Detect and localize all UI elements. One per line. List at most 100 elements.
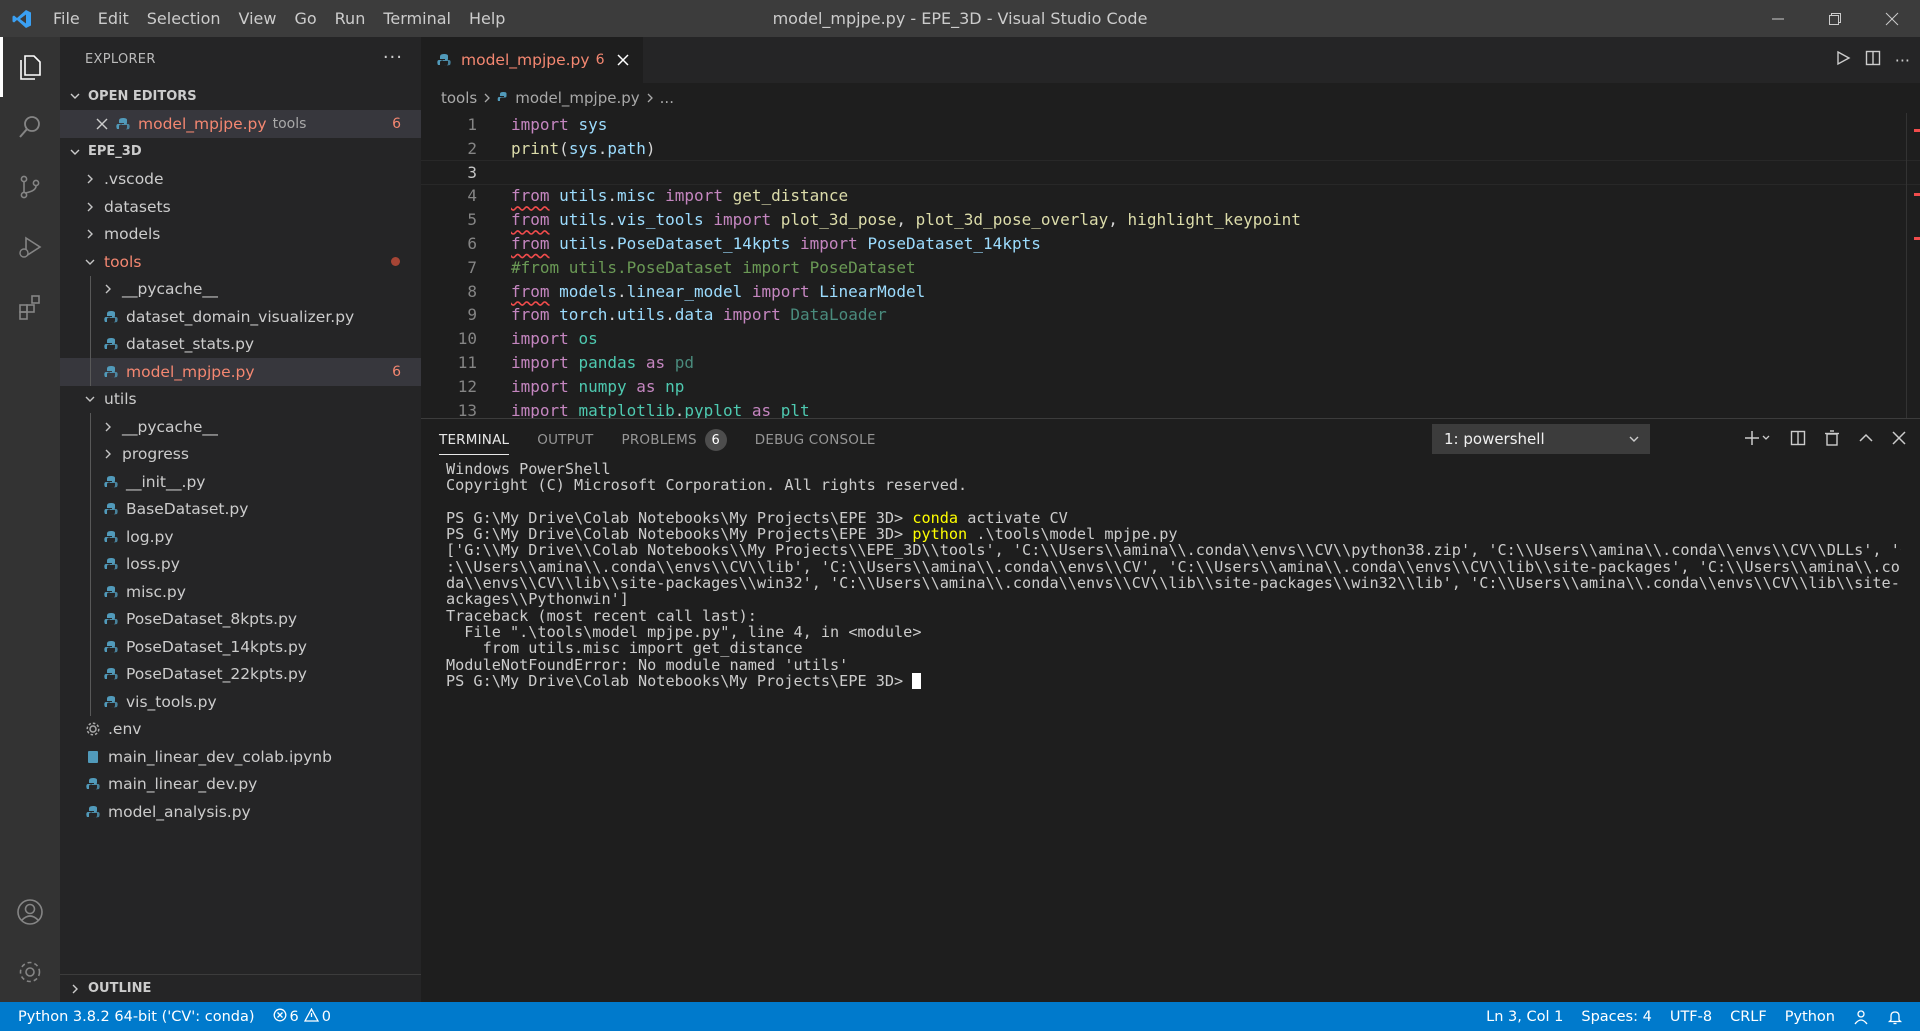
open-editors-section[interactable]: OPEN EDITORS: [60, 82, 421, 110]
file-item[interactable]: dataset_stats.py: [60, 330, 421, 358]
workspace-section[interactable]: EPE_3D: [60, 138, 421, 166]
file-item[interactable]: model_analysis.py: [60, 798, 421, 826]
menu-selection[interactable]: Selection: [138, 0, 230, 37]
tree-item-label: loss.py: [126, 555, 180, 574]
folder-item[interactable]: progress: [60, 440, 421, 468]
folder-item[interactable]: utils: [60, 386, 421, 414]
extensions-icon[interactable]: [0, 277, 60, 337]
tree-item-label: PoseDataset_8kpts.py: [126, 610, 298, 629]
problems-status[interactable]: 6 0: [264, 1002, 340, 1031]
file-item[interactable]: .env: [60, 716, 421, 744]
explorer-icon[interactable]: [0, 37, 60, 97]
breadcrumb-file[interactable]: model_mpjpe.py: [515, 89, 639, 107]
file-item[interactable]: vis_tools.py: [60, 688, 421, 716]
file-item[interactable]: model_mpjpe.py 6: [60, 358, 421, 386]
feedback-icon[interactable]: [1844, 1002, 1878, 1031]
folder-item[interactable]: __pycache__: [60, 413, 421, 441]
file-item[interactable]: BaseDataset.py: [60, 495, 421, 523]
file-item[interactable]: loss.py: [60, 550, 421, 578]
new-terminal-icon[interactable]: [1744, 430, 1772, 450]
menu-file[interactable]: File: [44, 0, 89, 37]
language-mode[interactable]: Python: [1776, 1002, 1844, 1031]
menu-edit[interactable]: Edit: [89, 0, 138, 37]
terminal-select[interactable]: 1: powershell: [1432, 424, 1650, 454]
file-item[interactable]: misc.py: [60, 578, 421, 606]
folder-item[interactable]: models: [60, 221, 421, 249]
indentation[interactable]: Spaces: 4: [1572, 1002, 1660, 1031]
tree-item-label: progress: [122, 445, 189, 464]
settings-gear-icon[interactable]: [0, 942, 60, 1002]
window-controls: [1749, 0, 1920, 37]
close-window-button[interactable]: [1863, 0, 1920, 37]
python-file-icon: [104, 667, 118, 681]
file-item[interactable]: main_linear_dev_colab.ipynb: [60, 743, 421, 771]
tree-item-label: BaseDataset.py: [126, 500, 249, 519]
terminal-cursor: [912, 673, 922, 690]
file-item[interactable]: main_linear_dev.py: [60, 771, 421, 799]
menu-go[interactable]: Go: [285, 0, 325, 37]
run-file-icon[interactable]: [1835, 50, 1851, 70]
code-editor[interactable]: 1 import sys 2 print(sys.path) 3 4 from uti…: [421, 113, 1920, 418]
file-item[interactable]: __init__.py: [60, 468, 421, 496]
trash-icon[interactable]: [1824, 430, 1840, 450]
tree-item-label: tools: [104, 252, 142, 271]
file-item[interactable]: PoseDataset_22kpts.py: [60, 660, 421, 688]
file-item[interactable]: PoseDataset_8kpts.py: [60, 605, 421, 633]
more-actions-icon[interactable]: ···: [1895, 51, 1910, 70]
split-editor-icon[interactable]: [1865, 50, 1881, 70]
open-editor-folder: tools: [272, 115, 307, 132]
outline-section[interactable]: OUTLINE: [60, 974, 421, 1002]
chevron-right-icon: [100, 421, 116, 433]
maximize-panel-icon[interactable]: [1858, 430, 1874, 450]
breadcrumb: tools model_mpjpe.py ...: [421, 83, 1920, 113]
breadcrumb-symbol[interactable]: ...: [660, 89, 674, 107]
file-item[interactable]: log.py: [60, 523, 421, 551]
restore-button[interactable]: [1806, 0, 1863, 37]
python-file-icon: [104, 475, 118, 489]
split-terminal-icon[interactable]: [1790, 430, 1806, 450]
terminal-output[interactable]: Windows PowerShell Copyright (C) Microsof…: [421, 461, 1901, 690]
menu-terminal[interactable]: Terminal: [374, 0, 460, 37]
code-line: 2 print(sys.path): [467, 138, 656, 158]
source-control-icon[interactable]: [0, 157, 60, 217]
open-editor-item[interactable]: model_mpjpe.py tools 6: [60, 110, 421, 138]
editor-scrollbar[interactable]: [1906, 113, 1920, 418]
code-line: 4 from utils.misc import get_distance: [467, 186, 849, 206]
tab-terminal[interactable]: TERMINAL: [439, 419, 510, 461]
breadcrumb-folder[interactable]: tools: [441, 89, 477, 107]
tab-model-mpjpe[interactable]: model_mpjpe.py 6: [421, 37, 643, 83]
cursor-position[interactable]: Ln 3, Col 1: [1477, 1002, 1572, 1031]
chevron-right-icon: [66, 983, 84, 995]
editor-tabs: model_mpjpe.py 6 ···: [421, 37, 1920, 83]
menu-help[interactable]: Help: [460, 0, 514, 37]
explorer-header: EXPLORER ···: [60, 37, 421, 82]
notifications-bell-icon[interactable]: [1878, 1002, 1912, 1031]
more-actions-icon[interactable]: ···: [383, 47, 403, 68]
menu-view[interactable]: View: [230, 0, 286, 37]
folder-item[interactable]: __pycache__: [60, 275, 421, 303]
file-item[interactable]: dataset_domain_visualizer.py: [60, 303, 421, 331]
encoding[interactable]: UTF-8: [1661, 1002, 1721, 1031]
run-debug-icon[interactable]: [0, 217, 60, 277]
close-panel-icon[interactable]: [1892, 431, 1906, 449]
terminal-line: Windows PowerShell: [446, 461, 611, 478]
folder-item[interactable]: datasets: [60, 193, 421, 221]
tab-problems[interactable]: PROBLEMS 6: [621, 419, 727, 461]
folder-item[interactable]: .vscode: [60, 166, 421, 194]
python-interpreter[interactable]: Python 3.8.2 64-bit ('CV': conda): [0, 1002, 264, 1031]
minimize-button[interactable]: [1749, 0, 1806, 37]
folder-item[interactable]: tools: [60, 248, 421, 276]
file-item[interactable]: PoseDataset_14kpts.py: [60, 633, 421, 661]
close-icon[interactable]: [94, 118, 110, 130]
line-endings[interactable]: CRLF: [1721, 1002, 1776, 1031]
close-tab-icon[interactable]: [616, 51, 629, 70]
terminal-line: from utils.misc import get_distance: [446, 640, 803, 657]
search-icon[interactable]: [0, 97, 60, 157]
code-line: 11 import pandas as pd: [457, 352, 695, 372]
chevron-right-icon: [483, 89, 491, 107]
tab-debug-console[interactable]: DEBUG CONSOLE: [755, 419, 876, 461]
tab-output[interactable]: OUTPUT: [537, 419, 593, 461]
account-icon[interactable]: [0, 882, 60, 942]
menu-run[interactable]: Run: [326, 0, 375, 37]
